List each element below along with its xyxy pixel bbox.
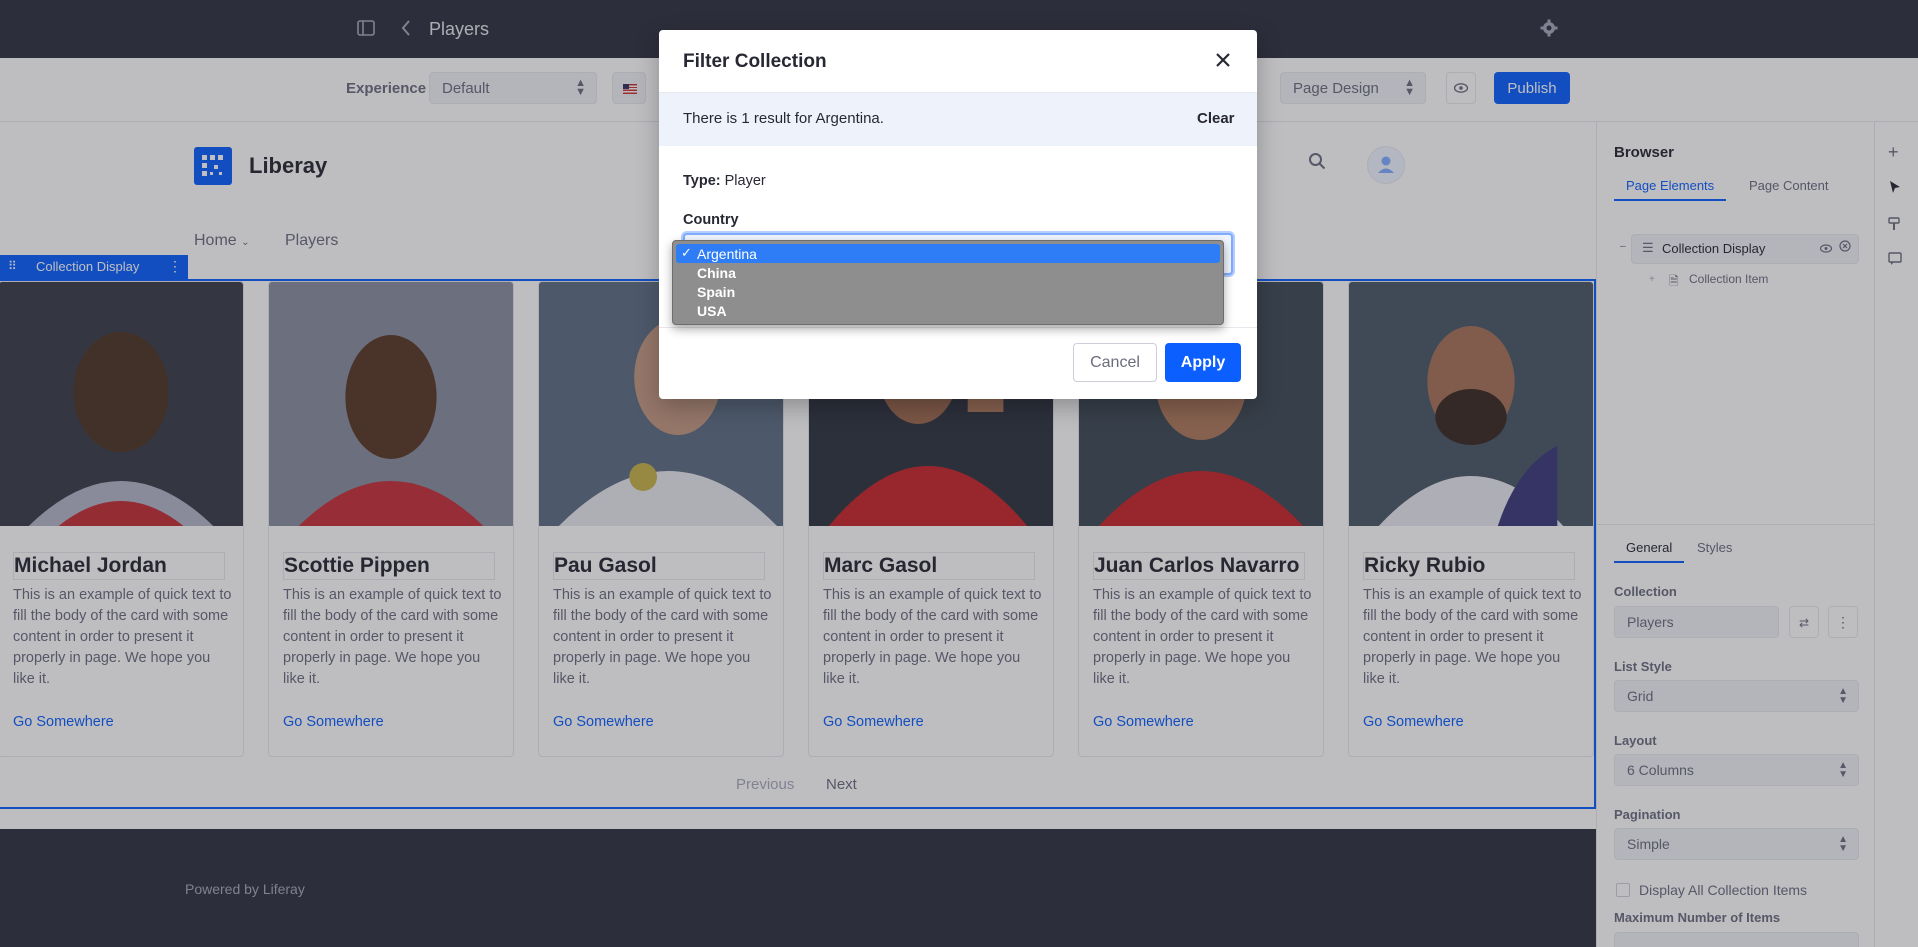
clear-button[interactable]: Clear xyxy=(1197,110,1235,127)
cancel-button[interactable]: Cancel xyxy=(1073,343,1157,382)
type-row: Type: Player xyxy=(683,173,766,189)
close-icon xyxy=(1215,52,1231,71)
country-option[interactable]: USA xyxy=(676,301,1220,320)
checkmark-icon: ✓ xyxy=(681,245,692,260)
option-label: Argentina xyxy=(697,246,757,262)
option-label: USA xyxy=(697,303,727,319)
country-option[interactable]: ✓ Argentina xyxy=(676,244,1220,263)
country-option[interactable]: China xyxy=(676,263,1220,282)
result-bar: There is 1 result for Argentina. Clear xyxy=(659,93,1257,146)
apply-button[interactable]: Apply xyxy=(1165,343,1241,382)
divider xyxy=(659,327,1257,328)
modal-title: Filter Collection xyxy=(683,51,827,72)
close-button[interactable] xyxy=(1209,47,1237,75)
country-label: Country xyxy=(683,212,739,228)
option-label: Spain xyxy=(697,284,736,300)
country-option[interactable]: Spain xyxy=(676,282,1220,301)
filter-collection-modal: Filter Collection There is 1 result for … xyxy=(659,30,1257,399)
country-dropdown-list: ✓ Argentina China Spain USA xyxy=(672,240,1224,325)
option-label: China xyxy=(697,265,736,281)
result-text: There is 1 result for Argentina. xyxy=(683,110,884,127)
type-label: Type: xyxy=(683,173,721,189)
modal-header: Filter Collection xyxy=(659,30,1257,93)
type-value: Player xyxy=(724,173,766,189)
